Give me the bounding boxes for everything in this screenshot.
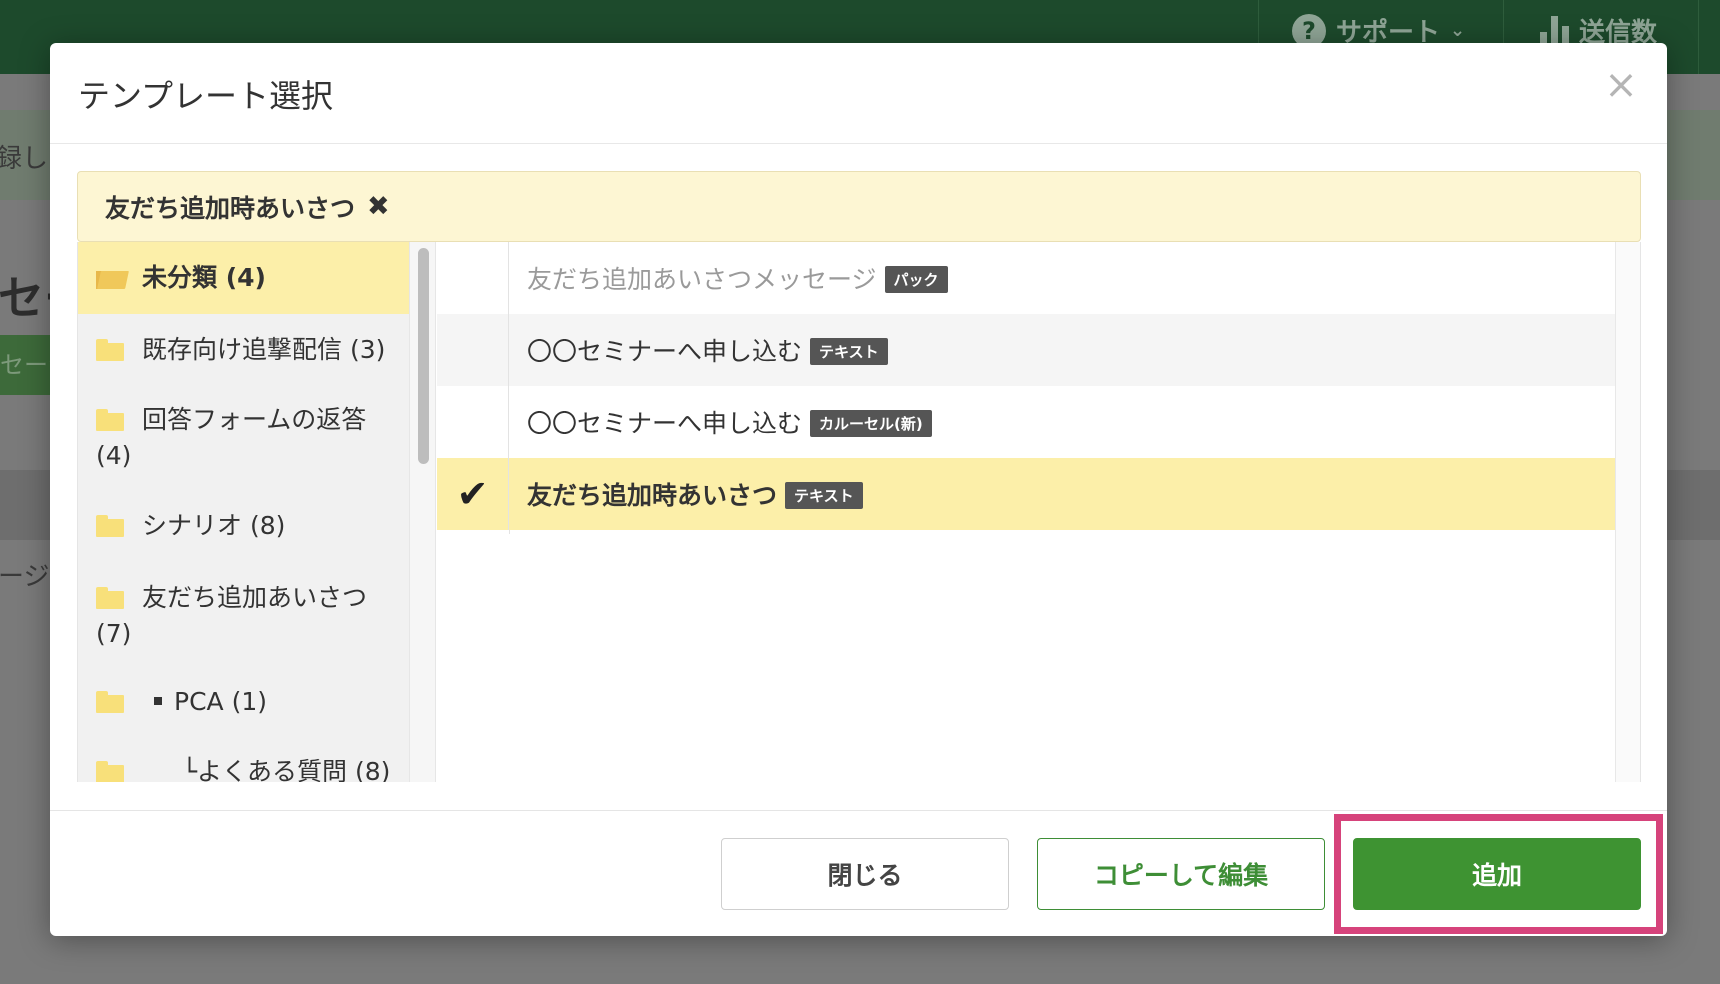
template-name: 〇〇セミナーへ申し込む — [527, 409, 803, 438]
checkmark-icon: ✔ — [437, 458, 509, 530]
add-button[interactable]: 追加 — [1353, 838, 1641, 910]
template-name-cell: 〇〇セミナーへ申し込む テキスト — [509, 332, 888, 368]
template-type-badge: カルーセル(新) — [810, 409, 932, 437]
template-row[interactable]: 〇〇セミナーへ申し込む カルーセル(新) — [437, 386, 1615, 458]
folder-name: 未分類 — [142, 263, 218, 292]
template-list: 友だち追加あいさつメッセージ パック 〇〇セミナーへ申し込む テキスト 〇〇セミナー… — [437, 242, 1615, 782]
template-row-selected[interactable]: ✔ 友だち追加時あいさつ テキスト — [437, 458, 1615, 530]
copy-edit-button[interactable]: コピーして編集 — [1037, 838, 1325, 910]
template-name-cell: 友だち追加あいさつメッセージ パック — [509, 260, 948, 296]
check-column-rule — [509, 530, 510, 534]
row-check-cell — [437, 242, 509, 314]
template-type-badge: パック — [884, 265, 948, 293]
row-check-cell — [437, 314, 509, 386]
template-row[interactable]: 〇〇セミナーへ申し込む テキスト — [437, 314, 1615, 386]
template-name-cell: 友だち追加時あいさつ テキスト — [509, 476, 863, 512]
modal-header: テンプレート選択 × — [50, 43, 1667, 144]
folder-icon — [96, 515, 124, 537]
folder-name: └よくある質問 — [182, 757, 348, 782]
folder-name: PCA — [174, 687, 224, 716]
template-select-modal: テンプレート選択 × 友だち追加時あいさつ ✖ 未分類 (4) 既存向け追撃配信… — [50, 43, 1667, 936]
folder-open-icon — [96, 267, 129, 289]
bar-chart-icon — [1540, 15, 1569, 46]
bullet-icon — [154, 697, 162, 705]
folder-icon — [96, 587, 124, 609]
folder-icon — [96, 691, 124, 713]
folder-count: (1) — [231, 687, 268, 716]
folder-item-uncategorized[interactable]: 未分類 (4) — [78, 242, 409, 314]
template-browser: 未分類 (4) 既存向け追撃配信 (3) 回答フォームの返答 (4) シナリオ (… — [77, 242, 1641, 782]
remove-filter-icon[interactable]: ✖ — [367, 191, 390, 222]
folder-count: (7) — [96, 619, 132, 648]
folder-label: 友だち追加あいさつ (7) — [96, 580, 409, 652]
template-type-badge: テキスト — [785, 481, 863, 509]
row-check-cell — [437, 386, 509, 458]
folder-item-scenario[interactable]: シナリオ (8) — [78, 494, 409, 566]
folder-list[interactable]: 未分類 (4) 既存向け追撃配信 (3) 回答フォームの返答 (4) シナリオ (… — [78, 242, 409, 782]
folder-name: 回答フォームの返答 — [142, 405, 367, 434]
template-type-badge: テキスト — [810, 337, 888, 365]
template-name: 友だち追加あいさつメッセージ — [527, 265, 877, 294]
folder-name: 既存向け追撃配信 — [142, 335, 343, 364]
template-row[interactable]: 友だち追加あいさつメッセージ パック — [437, 242, 1615, 314]
close-icon[interactable]: × — [1601, 65, 1641, 105]
folder-item-friend-greeting[interactable]: 友だち追加あいさつ (7) — [78, 566, 409, 674]
folder-label: 回答フォームの返答 (4) — [96, 402, 409, 474]
folder-label: シナリオ (8) — [142, 508, 409, 544]
folder-count: (8) — [355, 757, 391, 782]
filter-label: 友だち追加時あいさつ — [105, 193, 356, 223]
folder-icon — [96, 339, 124, 361]
active-filter-bar: 友だち追加時あいさつ ✖ — [77, 171, 1641, 242]
chevron-down-icon: ⌄ — [1450, 20, 1466, 41]
template-name: 友だち追加時あいさつ — [527, 481, 778, 510]
modal-footer: 閉じる コピーして編集 追加 — [50, 810, 1667, 936]
folder-item-faq[interactable]: └よくある質問 (8) — [78, 746, 409, 782]
folder-icon — [96, 761, 124, 782]
template-name-cell: 〇〇セミナーへ申し込む カルーセル(新) — [509, 404, 932, 440]
folder-label: 既存向け追撃配信 (3) — [142, 332, 409, 368]
folder-item-followup[interactable]: 既存向け追撃配信 (3) — [78, 314, 409, 386]
folder-icon — [96, 409, 124, 431]
folder-label: └よくある質問 (8) — [142, 754, 409, 782]
folder-count: (8) — [249, 511, 286, 540]
nav-divider — [1698, 0, 1699, 74]
bg-row-text: ージ — [0, 562, 50, 592]
folder-count: (4) — [96, 441, 132, 470]
folder-item-pca[interactable]: PCA (1) — [78, 674, 409, 746]
scrollbar-thumb[interactable] — [418, 248, 429, 464]
folder-item-form-reply[interactable]: 回答フォームの返答 (4) — [78, 386, 409, 494]
folder-label: PCA (1) — [142, 684, 409, 720]
template-scrollbar[interactable] — [1615, 242, 1640, 782]
template-name: 〇〇セミナーへ申し込む — [527, 337, 803, 366]
folder-name: 友だち追加あいさつ — [142, 583, 368, 612]
close-button[interactable]: 閉じる — [721, 838, 1009, 910]
folder-label: 未分類 (4) — [142, 260, 409, 296]
folder-name: シナリオ — [142, 511, 243, 540]
folder-count: (4) — [225, 263, 266, 292]
folder-scrollbar[interactable] — [409, 242, 436, 782]
folder-count: (3) — [349, 335, 386, 364]
modal-title: テンプレート選択 — [78, 77, 334, 115]
